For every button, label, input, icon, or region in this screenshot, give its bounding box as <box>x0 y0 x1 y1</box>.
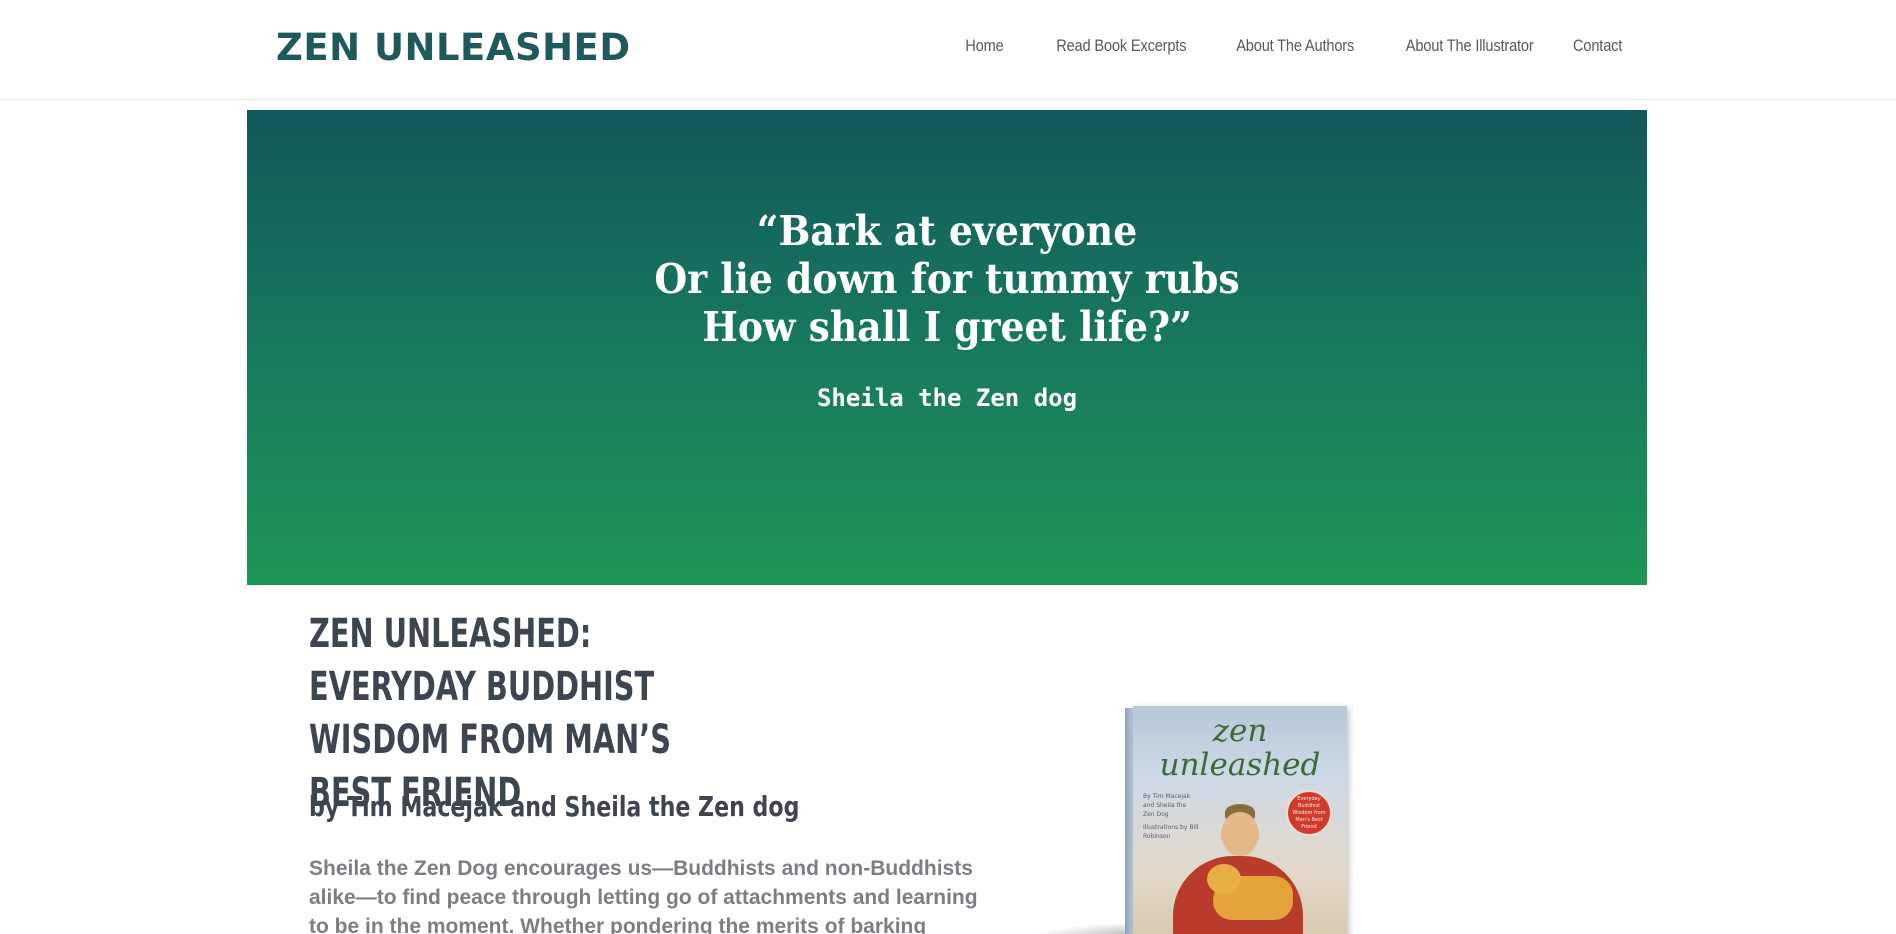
hero-banner: “Bark at everyone Or lie down for tummy … <box>247 110 1647 585</box>
nav-about-the-authors[interactable]: About The Authors <box>1236 36 1354 56</box>
cover-authors: By Tim Macejak and Sheila the Zen Dog <box>1143 793 1191 818</box>
nav-read-book-excerpts[interactable]: Read Book Excerpts <box>1056 36 1186 56</box>
quote-attribution: Sheila the Zen dog <box>816 384 1078 412</box>
site-logo[interactable]: ZEN UNLEASHED <box>276 26 631 69</box>
cover-title-line-1: zen <box>1212 713 1268 749</box>
cover-title-line-2: unleashed <box>1159 747 1321 783</box>
nav-about-the-illustrator[interactable]: About The Illustrator <box>1406 36 1534 56</box>
quote-line-3: How shall I greet life?” <box>702 303 1192 351</box>
dog-head-illustration <box>1207 864 1241 894</box>
monk-head-illustration <box>1221 812 1259 856</box>
quote-line-1: “Bark at everyone <box>756 207 1138 255</box>
cover-credits: By Tim Macejak and Sheila the Zen Dog Il… <box>1143 792 1199 841</box>
hero-quote: “Bark at everyone Or lie down for tummy … <box>303 207 1591 351</box>
nav-contact[interactable]: Contact <box>1573 36 1622 56</box>
main-nav: Home Read Book Excerpts About The Author… <box>959 36 1622 56</box>
nav-home[interactable]: Home <box>965 36 1003 56</box>
book-description: Sheila the Zen Dog encourages us—Buddhis… <box>309 857 978 934</box>
cover-illustrator: Illustrations by Bill Robinson <box>1143 824 1199 840</box>
quote-line-2: Or lie down for tummy rubs <box>654 255 1240 303</box>
book-cover-image: zen unleashed By Tim Macejak and Sheila … <box>1020 700 1347 934</box>
book-byline: by Tim Macejak and Sheila the Zen dog <box>309 790 800 823</box>
book-cover-title: zen unleashed <box>1133 714 1347 782</box>
book-cover: zen unleashed By Tim Macejak and Sheila … <box>1133 706 1347 934</box>
site-header: ZEN UNLEASHED Home Read Book Excerpts Ab… <box>0 0 1896 100</box>
book-title: ZEN UNLEASHED: EVERYDAY BUDDHIST WISDOM … <box>309 611 671 816</box>
cover-seal: Everyday Buddhist Wisdom from Man's Best… <box>1286 790 1332 836</box>
